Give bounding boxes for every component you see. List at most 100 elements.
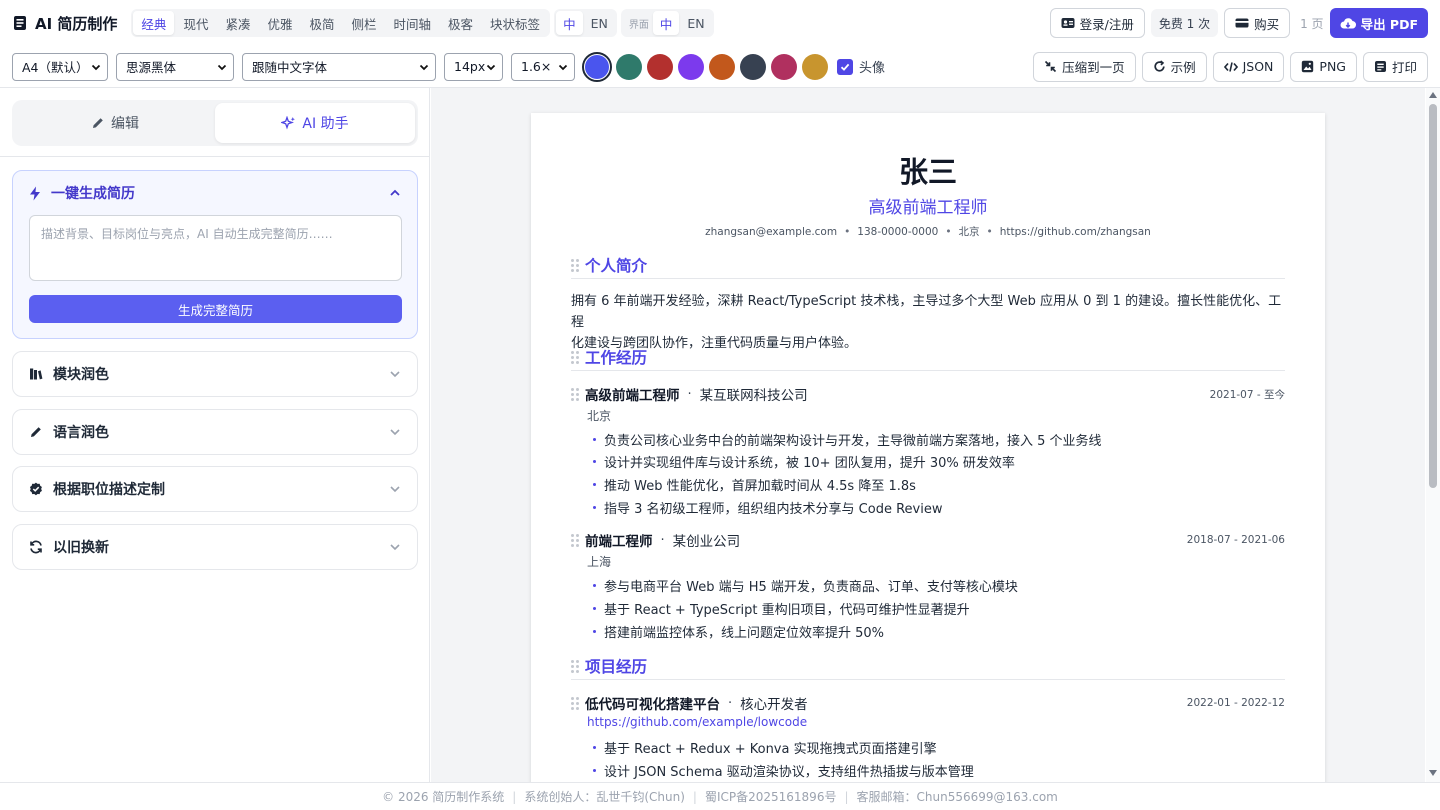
editor-tabs: 编辑 AI 助手 — [12, 100, 418, 146]
template-tab[interactable]: 现代 — [175, 11, 216, 35]
language-polish-title: 语言润色 — [53, 425, 109, 441]
print-button[interactable]: 打印 — [1362, 51, 1428, 82]
json-button[interactable]: JSON — [1212, 51, 1285, 82]
line-height-select[interactable]: 1.6× — [511, 52, 575, 81]
job-bullet[interactable]: 搭建前端监控体系，线上问题定位效率提升 50% — [593, 622, 1283, 641]
code-icon — [1223, 61, 1238, 73]
id-card-icon — [1061, 17, 1075, 29]
template-tab[interactable]: 时间轴 — [386, 11, 440, 35]
paper-size-select[interactable]: A4（默认） — [12, 52, 108, 81]
job-bullet[interactable]: 参与电商平台 Web 端与 H5 端开发，负责商品、订单、支付等核心模块 — [593, 576, 1283, 595]
drag-handle-icon[interactable] — [571, 534, 579, 547]
chevron-down-icon — [91, 62, 101, 72]
project-title: 低代码可视化搭建平台 — [585, 697, 720, 713]
paper-size-value: A4（默认） — [22, 60, 89, 75]
preview-scrollbar[interactable] — [1426, 88, 1440, 782]
section-summary[interactable]: 个人简介 — [571, 251, 1285, 279]
drag-handle-icon[interactable] — [571, 659, 579, 673]
scroll-down-icon[interactable] — [1429, 770, 1437, 776]
color-swatch[interactable] — [709, 53, 735, 80]
line-height-value: 1.6× — [521, 59, 552, 74]
compress-icon — [1044, 60, 1057, 73]
job-company: 某互联网科技公司 — [699, 388, 808, 404]
app-brand: AI 简历制作 — [12, 13, 117, 34]
buy-label: 购买 — [1254, 16, 1280, 32]
drag-handle-icon[interactable] — [571, 388, 579, 401]
generate-card-header[interactable]: 一键生成简历 — [13, 171, 417, 215]
job-bullet[interactable]: 设计并实现组件库与设计系统，被 10+ 团队复用，提升 30% 研发效率 — [593, 452, 1283, 471]
job-bullet[interactable]: 负责公司核心业务中台的前端架构设计与开发，主导微前端方案落地，接入 5 个业务线 — [593, 430, 1283, 449]
template-tab[interactable]: 经典 — [133, 11, 175, 35]
avatar-label: 头像 — [859, 61, 886, 76]
font-select[interactable]: 思源黑体 — [116, 52, 234, 81]
template-tab[interactable]: 侧栏 — [344, 11, 385, 35]
job-bullet[interactable]: 基于 React + TypeScript 重构旧项目，代码可维护性显著提升 — [593, 599, 1283, 618]
color-swatch[interactable] — [678, 53, 704, 80]
work-entry-header[interactable]: 前端工程师 · 某创业公司 2018-07 - 2021-06 — [571, 530, 1285, 550]
jd-customize-title: 根据职位描述定制 — [53, 482, 165, 498]
jd-customize-card[interactable]: 根据职位描述定制 — [12, 466, 418, 512]
scrollbar-thumb[interactable] — [1429, 104, 1437, 488]
project-entry-header[interactable]: 低代码可视化搭建平台 · 核心开发者 2022-01 - 2022-12 — [571, 693, 1285, 713]
job-bullet[interactable]: 指导 3 名初级工程师，组织组内技术分享与 Code Review — [593, 498, 1283, 517]
chevron-up-icon[interactable] — [389, 187, 401, 199]
color-swatch[interactable] — [647, 53, 673, 80]
color-swatch[interactable] — [582, 51, 612, 82]
tab-edit[interactable]: 编辑 — [15, 103, 215, 143]
template-tab[interactable]: 紧凑 — [217, 11, 258, 35]
project-bullet[interactable]: 设计 JSON Schema 驱动渲染协议，支持组件热插拔与版本管理 — [593, 761, 1283, 780]
project-bullet[interactable]: 基于 React + Redux + Konva 实现拖拽式页面搭建引擎 — [593, 738, 1283, 757]
project-link[interactable]: https://github.com/example/lowcode — [587, 715, 807, 729]
work-entry-header[interactable]: 高级前端工程师 · 某互联网科技公司 2021-07 - 至今 — [571, 384, 1285, 404]
section-work[interactable]: 工作经历 — [571, 343, 1285, 371]
check-icon — [840, 63, 850, 71]
login-button[interactable]: 登录/注册 — [1049, 8, 1145, 38]
chevron-down-icon — [389, 483, 401, 495]
job-title: 高级前端工程师 — [585, 388, 680, 404]
module-polish-card[interactable]: 模块润色 — [12, 351, 418, 397]
content-lang-en[interactable]: EN — [584, 11, 615, 35]
drag-handle-icon[interactable] — [571, 350, 579, 364]
content-lang-zh[interactable]: 中 — [556, 11, 583, 35]
ui-lang-en[interactable]: EN — [680, 11, 711, 35]
png-button[interactable]: PNG — [1290, 51, 1357, 82]
scroll-up-icon[interactable] — [1429, 92, 1437, 98]
resume-description-input[interactable]: 描述背景、目标岗位与亮点，AI 自动生成完整简历…… — [29, 215, 402, 281]
buy-button[interactable]: 购买 — [1224, 8, 1291, 38]
export-pdf-button[interactable]: 导出 PDF — [1329, 8, 1428, 38]
content-language-switcher: 中 EN — [554, 9, 617, 37]
drag-handle-icon[interactable] — [571, 258, 579, 272]
drag-handle-icon[interactable] — [571, 697, 579, 710]
resume-name[interactable]: 张三 — [531, 149, 1325, 191]
english-font-select[interactable]: 跟随中文字体 — [242, 52, 436, 81]
footer-icp[interactable]: 蜀ICP备2025161896号 — [705, 788, 837, 805]
template-tab[interactable]: 优雅 — [259, 11, 300, 35]
avatar-checkbox[interactable] — [837, 58, 853, 75]
footer-email[interactable]: 客服邮箱：Chun556699@163.com — [857, 788, 1058, 805]
template-tab[interactable]: 块状标签 — [482, 11, 548, 35]
color-swatch[interactable] — [771, 53, 797, 80]
template-tab[interactable]: 极简 — [301, 11, 342, 35]
font-size-select[interactable]: 14px — [444, 52, 503, 81]
generate-resume-button[interactable]: 生成完整简历 — [29, 295, 402, 323]
theme-color-picker — [582, 51, 833, 82]
template-tab[interactable]: 极客 — [440, 11, 481, 35]
job-bullet[interactable]: 推动 Web 性能优化，首屏加载时间从 4.5s 降至 1.8s — [593, 475, 1283, 494]
resume-contact[interactable]: zhangsan@example.com • 138-0000-0000 • 北京 • ht… — [531, 224, 1325, 239]
color-swatch[interactable] — [616, 53, 642, 80]
section-projects[interactable]: 项目经历 — [571, 652, 1285, 680]
tab-ai-assistant[interactable]: AI 助手 — [215, 103, 415, 143]
color-swatch[interactable] — [802, 53, 828, 80]
ui-lang-zh[interactable]: 中 — [652, 11, 680, 35]
color-swatch[interactable] — [740, 53, 766, 80]
footer-founder: 系统创始人：乱世千钧(Chun) — [524, 790, 685, 804]
resume-role[interactable]: 高级前端工程师 — [531, 193, 1325, 218]
resume-page: 张三 高级前端工程师 zhangsan@example.com • 138-0000… — [531, 113, 1325, 782]
refresh-icon — [1153, 60, 1166, 73]
compress-one-page-button[interactable]: 压缩到一页 — [1033, 51, 1136, 82]
example-button[interactable]: 示例 — [1141, 51, 1207, 82]
language-polish-card[interactable]: 语言润色 — [12, 409, 418, 455]
section-title: 项目经历 — [585, 657, 648, 676]
renew-resume-card[interactable]: 以旧换新 — [12, 524, 418, 570]
project-role: 核心开发者 — [740, 697, 808, 713]
